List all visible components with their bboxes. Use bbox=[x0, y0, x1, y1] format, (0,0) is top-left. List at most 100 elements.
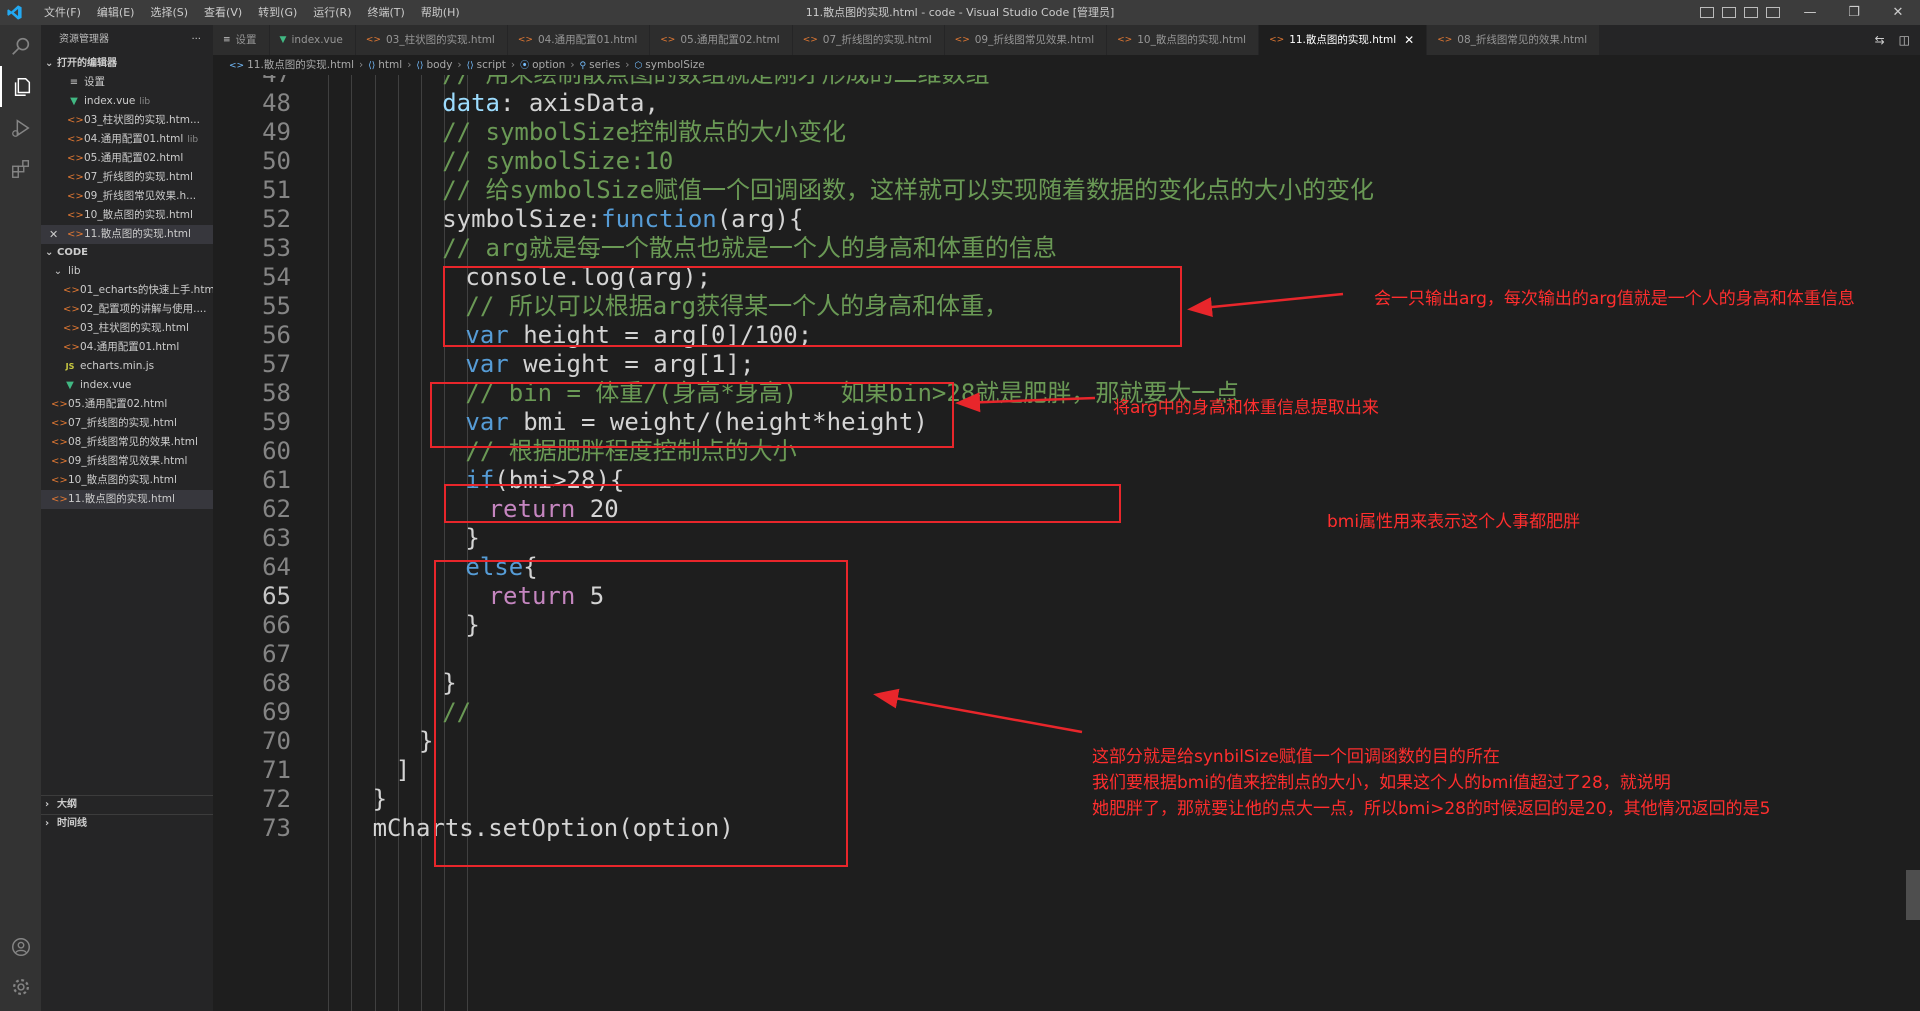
file-tree-item[interactable]: <>10_散点图的实现.html bbox=[41, 471, 213, 490]
code-token-comment: // arg就是每一个散点也就是一个人的身高和体重的信息 bbox=[442, 234, 1057, 262]
code-token-plain: symbolSize: bbox=[442, 205, 602, 233]
file-tree-item[interactable]: <>11.散点图的实现.html bbox=[41, 490, 213, 509]
file-tree-item[interactable]: ▼ index.vue bbox=[41, 376, 213, 395]
editor-tab[interactable]: <> 11.散点图的实现.html ✕ bbox=[1259, 25, 1428, 55]
symbol-icon: ⦿ bbox=[520, 61, 530, 71]
file-tree-item[interactable]: <>03_柱状图的实现.html bbox=[41, 319, 213, 338]
html-file-icon: <> bbox=[51, 494, 68, 505]
workspace-header[interactable]: ⌄ CODE bbox=[41, 244, 213, 262]
open-editor-item[interactable]: <>07_折线图的实现.html bbox=[41, 168, 213, 187]
search-icon[interactable] bbox=[0, 25, 41, 66]
editor-actions: ⇆ ◫ bbox=[1860, 25, 1920, 55]
open-editor-item[interactable]: <>10_散点图的实现.html bbox=[41, 206, 213, 225]
close-icon[interactable]: ✕ bbox=[1404, 25, 1414, 55]
breadcrumb-item[interactable]: <> 11.散点图的实现.html bbox=[229, 59, 354, 71]
editor-tab[interactable]: <> 07_折线图的实现.html bbox=[792, 25, 945, 55]
menu-file[interactable]: 文件(F) bbox=[36, 0, 89, 25]
editor-tabs: ≡ 设置 ▼ index.vue <> 03_柱状图的实现.html <> 04.通用配置01… bbox=[213, 25, 1920, 55]
menu-terminal[interactable]: 终端(T) bbox=[360, 0, 413, 25]
breadcrumb-label: script bbox=[476, 59, 506, 71]
file-tree-item[interactable]: <>08_折线图常见的效果.html bbox=[41, 433, 213, 452]
toggle-secondary-sidebar-icon[interactable] bbox=[1744, 7, 1758, 18]
html-file-icon: <> bbox=[802, 35, 818, 45]
more-actions-icon[interactable]: ··· bbox=[191, 25, 201, 55]
editor-tab[interactable]: <> 09_折线图常见效果.html bbox=[944, 25, 1108, 55]
editor-tab[interactable]: <> 03_柱状图的实现.html bbox=[355, 25, 508, 55]
timeline-title: 时间线 bbox=[57, 818, 87, 829]
explorer-icon[interactable] bbox=[0, 66, 41, 107]
menu-run[interactable]: 运行(R) bbox=[305, 0, 359, 25]
account-icon[interactable] bbox=[0, 926, 41, 967]
code-token-plain: : axisData, bbox=[499, 89, 659, 117]
outline-header[interactable]: › 大纲 bbox=[41, 795, 217, 814]
breadcrumb-item[interactable]: ⟨⟩ body bbox=[416, 59, 452, 71]
file-tree-label: 05.通用配置02.html bbox=[68, 398, 168, 410]
timeline-header[interactable]: › 时间线 bbox=[41, 814, 217, 833]
code-token-plain: (arg){ bbox=[716, 205, 804, 233]
toggle-sidebar-icon[interactable] bbox=[1700, 7, 1714, 18]
file-tree-label: index.vue bbox=[80, 379, 132, 391]
file-tree-label: 03_柱状图的实现.html bbox=[80, 322, 189, 334]
open-editor-item[interactable]: <>09_折线图常见效果.h... bbox=[41, 187, 213, 206]
editor-tab[interactable]: <> 04.通用配置01.html bbox=[507, 25, 651, 55]
close-window-button[interactable]: ✕ bbox=[1876, 0, 1920, 25]
extensions-icon[interactable] bbox=[0, 148, 41, 189]
open-editor-item[interactable]: <>04.通用配置01.html lib bbox=[41, 130, 213, 149]
tab-label: 04.通用配置01.html bbox=[537, 34, 638, 46]
open-editor-item[interactable]: ≡ 设置 bbox=[41, 73, 213, 92]
window-controls: — ❐ ✕ bbox=[1700, 0, 1920, 25]
editor-tab[interactable]: <> 10_散点图的实现.html bbox=[1107, 25, 1260, 55]
code-token-kw: function bbox=[601, 205, 717, 233]
menu-selection[interactable]: 选择(S) bbox=[142, 0, 196, 25]
customize-layout-icon[interactable] bbox=[1766, 7, 1780, 18]
editor-tab[interactable]: <> 05.通用配置02.html bbox=[650, 25, 793, 55]
menu-go[interactable]: 转到(G) bbox=[250, 0, 305, 25]
open-editor-item[interactable]: ▼ index.vue lib bbox=[41, 92, 213, 111]
chevron-right-icon: › bbox=[45, 799, 50, 810]
file-tree-item[interactable]: <>01_echarts的快速上手.html bbox=[41, 281, 213, 300]
file-tree-item[interactable]: JS echarts.min.js bbox=[41, 357, 213, 376]
breadcrumb-item[interactable]: ⟨⟩ script bbox=[467, 59, 506, 71]
open-changes-icon[interactable]: ⇆ bbox=[1875, 33, 1885, 47]
symbol-icon: ⚲ bbox=[579, 61, 587, 71]
menu-view[interactable]: 查看(V) bbox=[196, 0, 250, 25]
open-editor-item[interactable]: <>03_柱状图的实现.htm... bbox=[41, 111, 213, 130]
file-tree-item[interactable]: <>09_折线图常见效果.html bbox=[41, 452, 213, 471]
code-token-comment: // symbolSize控制散点的大小变化 bbox=[442, 118, 847, 146]
outline-title: 大纲 bbox=[57, 799, 77, 810]
split-editor-icon[interactable]: ◫ bbox=[1899, 33, 1910, 47]
close-icon[interactable]: ✕ bbox=[49, 225, 58, 244]
restore-button[interactable]: ❐ bbox=[1832, 0, 1876, 25]
folder-lib[interactable]: ⌄ lib bbox=[41, 262, 213, 281]
gear-icon[interactable] bbox=[0, 966, 41, 1007]
file-tree-item[interactable]: <>02_配置项的讲解与使用.... bbox=[41, 300, 213, 319]
toggle-panel-icon[interactable] bbox=[1722, 7, 1736, 18]
editor-scrollbar[interactable] bbox=[1906, 75, 1920, 1011]
editor-tab[interactable]: ▼ index.vue bbox=[269, 25, 356, 55]
breadcrumb-item[interactable]: ⟨⟩ html bbox=[368, 59, 402, 71]
menu-help[interactable]: 帮助(H) bbox=[413, 0, 468, 25]
file-tree-item[interactable]: <>05.通用配置02.html bbox=[41, 395, 213, 414]
html-file-icon: <> bbox=[954, 35, 970, 45]
chevron-down-icon: ⌄ bbox=[45, 58, 54, 69]
run-debug-icon[interactable] bbox=[0, 107, 41, 148]
folder-label: lib bbox=[68, 265, 81, 277]
file-tree-label: 09_折线图常见效果.html bbox=[68, 455, 188, 467]
file-tree-item[interactable]: <>07_折线图的实现.html bbox=[41, 414, 213, 433]
file-tree-item[interactable]: <>04.通用配置01.html bbox=[41, 338, 213, 357]
open-editor-item[interactable]: ✕ <>11.散点图的实现.html bbox=[41, 225, 213, 244]
file-tree-label: 01_echarts的快速上手.html bbox=[80, 284, 213, 296]
code-editor[interactable]: 47// 用来绘制散点图的数组就是刚才形成的二维数组48data: axisDa… bbox=[213, 75, 1920, 1011]
open-editor-item[interactable]: <>05.通用配置02.html bbox=[41, 149, 213, 168]
menu-edit[interactable]: 编辑(E) bbox=[89, 0, 143, 25]
settings-file-icon: ≡ bbox=[223, 35, 231, 45]
open-editors-header[interactable]: ⌄ 打开的编辑器 bbox=[41, 55, 213, 73]
scrollbar-thumb[interactable] bbox=[1906, 870, 1920, 920]
minimize-button[interactable]: — bbox=[1788, 0, 1832, 25]
breadcrumb-item[interactable]: ⦿ option bbox=[520, 59, 565, 71]
editor-tab[interactable]: <> 08_折线图常见的效果.html bbox=[1427, 25, 1601, 55]
editor-tab[interactable]: ≡ 设置 bbox=[213, 25, 270, 55]
breadcrumb-item[interactable]: ⬡ symbolSize bbox=[634, 59, 704, 71]
breadcrumb-item[interactable]: ⚲ series bbox=[580, 59, 621, 71]
annotation-box-return-logic bbox=[434, 560, 848, 867]
